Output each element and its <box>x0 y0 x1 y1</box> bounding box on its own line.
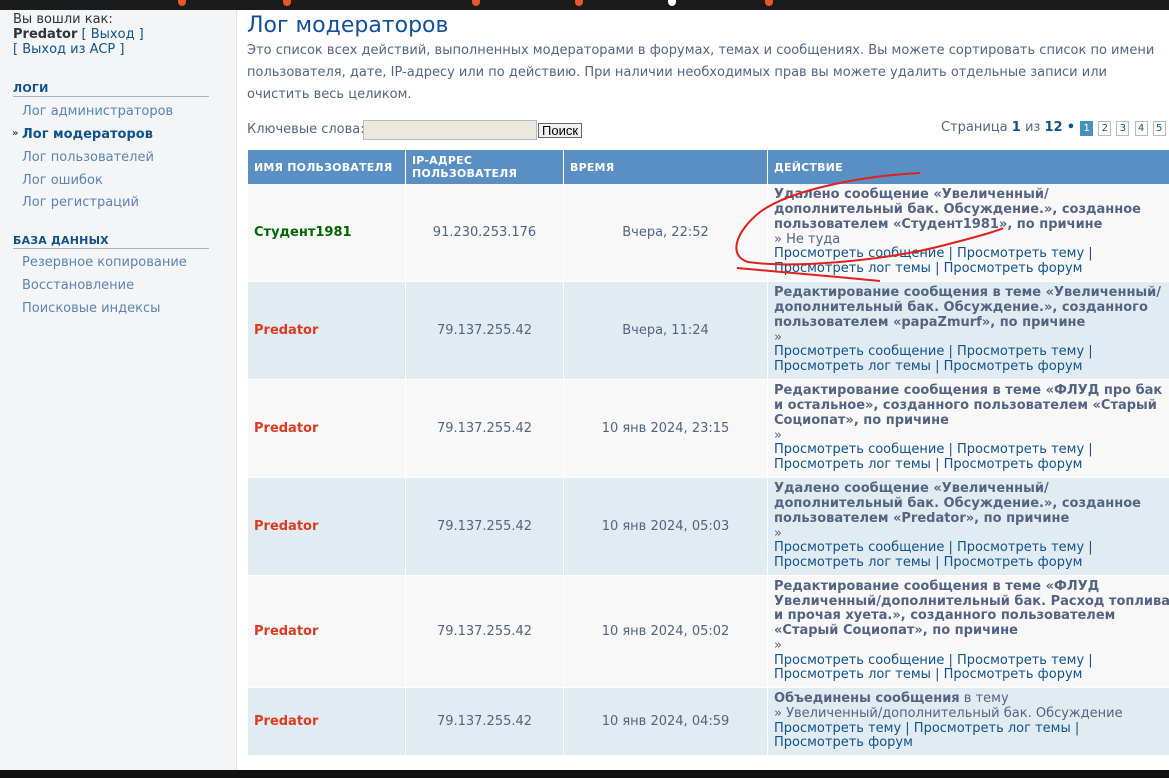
page-link-4[interactable]: 4 <box>1134 121 1148 136</box>
action-reason: » <box>774 329 782 345</box>
login-info: Вы вошли как: Predator [ Выход ] [ Выход… <box>13 12 144 57</box>
active-arrow-icon: » <box>12 128 19 139</box>
log-action: Удалено сообщение «Увеличенный/дополните… <box>768 184 1169 282</box>
action-reason: » <box>774 637 782 653</box>
log-ip: 91.230.253.176 <box>406 184 564 282</box>
pagination-prefix: Страница <box>941 120 1008 135</box>
header-time[interactable]: ВРЕМЯ <box>564 150 768 184</box>
action-title: Редактирование сообщения в теме «ФЛУД пр… <box>774 383 1163 428</box>
action-title: Редактирование сообщения в теме «Увеличе… <box>774 285 1162 330</box>
action-title-suffix: в тему <box>959 691 1009 707</box>
tab-favicon-icon <box>472 0 480 6</box>
tab-favicon-icon <box>575 0 583 6</box>
pagination-bullet: • <box>1066 120 1076 135</box>
page-link-5[interactable]: 5 <box>1152 121 1166 136</box>
exit-acp-link[interactable]: [ Выход из ACP ] <box>13 42 124 57</box>
log-username[interactable]: Predator <box>248 380 406 478</box>
action-topic: » Увеличенный/дополнительный бак. Обсужд… <box>774 705 1123 721</box>
tab-favicon-icon <box>765 0 773 6</box>
log-username[interactable]: Predator <box>248 688 406 756</box>
nav-moderator-log[interactable]: Лог модераторов <box>22 127 153 142</box>
log-action: Объединены сообщения в тему » Увеличенны… <box>768 688 1169 756</box>
log-username[interactable]: Predator <box>248 282 406 380</box>
log-action: Редактирование сообщения в теме «ФЛУД Ув… <box>768 576 1169 688</box>
browser-tab-strip <box>0 0 1169 10</box>
table-row: Predator 79.137.255.42 10 янв 2024, 04:5… <box>248 688 1169 756</box>
log-action: Редактирование сообщения в теме «Увеличе… <box>768 282 1169 380</box>
nav-admin-log[interactable]: Лог администраторов <box>22 104 173 119</box>
page-description: Это список всех действий, выполненных мо… <box>247 43 1155 102</box>
log-ip: 79.137.255.42 <box>406 478 564 576</box>
log-time: 10 янв 2024, 04:59 <box>564 688 768 756</box>
acp-sidebar: Вы вошли как: Predator [ Выход ] [ Выход… <box>0 10 237 776</box>
log-username[interactable]: Predator <box>248 478 406 576</box>
logout-link[interactable]: [ Выход ] <box>82 27 144 42</box>
table-row: Predator 79.137.255.42 Вчера, 11:24 Реда… <box>248 282 1169 380</box>
taskbar <box>0 770 1169 778</box>
log-time: 10 янв 2024, 05:03 <box>564 478 768 576</box>
logs-section-title: ЛОГИ <box>13 82 209 97</box>
main-content: Лог модераторов Это список всех действий… <box>247 10 1169 776</box>
page-link-3[interactable]: 3 <box>1116 121 1130 136</box>
table-row: Predator 79.137.255.42 10 янв 2024, 05:0… <box>248 576 1169 688</box>
log-time: 10 янв 2024, 23:15 <box>564 380 768 478</box>
action-links[interactable]: Просмотреть сообщение | Просмотреть тему… <box>774 344 1169 374</box>
log-time: Вчера, 11:24 <box>564 282 768 380</box>
tab-favicon-icon <box>283 0 291 6</box>
log-username[interactable]: Студент1981 <box>248 184 406 282</box>
log-time: Вчера, 22:52 <box>564 184 768 282</box>
action-links[interactable]: Просмотреть сообщение | Просмотреть тему… <box>774 540 1169 570</box>
nav-restore[interactable]: Восстановление <box>22 278 134 293</box>
header-ip[interactable]: IP-АДРЕС ПОЛЬЗОВАТЕЛЯ <box>406 150 564 184</box>
header-action[interactable]: ДЕЙСТВИЕ <box>768 150 1169 184</box>
page-title: Лог модераторов <box>247 13 449 38</box>
log-ip: 79.137.255.42 <box>406 688 564 756</box>
nav-user-log[interactable]: Лог пользователей <box>22 150 154 165</box>
log-username[interactable]: Predator <box>248 576 406 688</box>
log-action: Редактирование сообщения в теме «ФЛУД пр… <box>768 380 1169 478</box>
tab-favicon-icon <box>668 0 676 6</box>
action-reason: » <box>774 427 782 443</box>
nav-search-indexes[interactable]: Поисковые индексы <box>22 301 160 316</box>
action-reason: » Не туда <box>774 231 841 247</box>
action-title: Удалено сообщение «Увеличенный/дополните… <box>774 187 1142 232</box>
log-ip: 79.137.255.42 <box>406 576 564 688</box>
pagination-total: 12 <box>1044 120 1063 135</box>
header-username[interactable]: ИМЯ ПОЛЬЗОВАТЕЛЯ <box>248 150 406 184</box>
action-links[interactable]: Просмотреть сообщение | Просмотреть тему… <box>774 653 1169 683</box>
username: Predator <box>13 27 78 42</box>
logged-in-label: Вы вошли как: <box>13 12 113 27</box>
nav-registration-log[interactable]: Лог регистраций <box>22 195 139 210</box>
action-links[interactable]: Просмотреть сообщение | Просмотреть тему… <box>774 246 1169 276</box>
pagination: Страница 1 из 12 • 1 2 3 4 5 ... <box>941 120 1169 136</box>
page-link-1[interactable]: 1 <box>1080 121 1094 136</box>
tab-favicon-icon <box>178 0 186 6</box>
action-title: Удалено сообщение «Увеличенный/дополните… <box>774 481 1142 526</box>
nav-backup[interactable]: Резервное копирование <box>22 255 187 270</box>
table-row: Студент1981 91.230.253.176 Вчера, 22:52 … <box>248 184 1169 282</box>
log-ip: 79.137.255.42 <box>406 380 564 478</box>
log-ip: 79.137.255.42 <box>406 282 564 380</box>
page-link-2[interactable]: 2 <box>1098 121 1112 136</box>
action-links[interactable]: Просмотреть тему | Просмотреть лог темы … <box>774 721 1169 751</box>
action-reason: » <box>774 525 782 541</box>
table-row: Predator 79.137.255.42 10 янв 2024, 23:1… <box>248 380 1169 478</box>
table-header-row: ИМЯ ПОЛЬЗОВАТЕЛЯ IP-АДРЕС ПОЛЬЗОВАТЕЛЯ В… <box>248 150 1169 184</box>
search-button[interactable]: Поиск <box>538 123 583 138</box>
db-section-title: БАЗА ДАННЫХ <box>13 234 209 249</box>
pagination-current: 1 <box>1011 120 1021 135</box>
keywords-input[interactable] <box>363 120 537 140</box>
log-time: 10 янв 2024, 05:02 <box>564 576 768 688</box>
action-links[interactable]: Просмотреть сообщение | Просмотреть тему… <box>774 442 1169 472</box>
moderator-log-table: ИМЯ ПОЛЬЗОВАТЕЛЯ IP-АДРЕС ПОЛЬЗОВАТЕЛЯ В… <box>248 150 1169 756</box>
keywords-label: Ключевые слова: <box>247 122 365 137</box>
action-title: Объединены сообщения <box>774 691 960 707</box>
action-title: Редактирование сообщения в теме «ФЛУД Ув… <box>774 579 1169 639</box>
pagination-of: из <box>1024 120 1041 135</box>
nav-error-log[interactable]: Лог ошибок <box>22 173 103 188</box>
table-row: Predator 79.137.255.42 10 янв 2024, 05:0… <box>248 478 1169 576</box>
log-action: Удалено сообщение «Увеличенный/дополните… <box>768 478 1169 576</box>
